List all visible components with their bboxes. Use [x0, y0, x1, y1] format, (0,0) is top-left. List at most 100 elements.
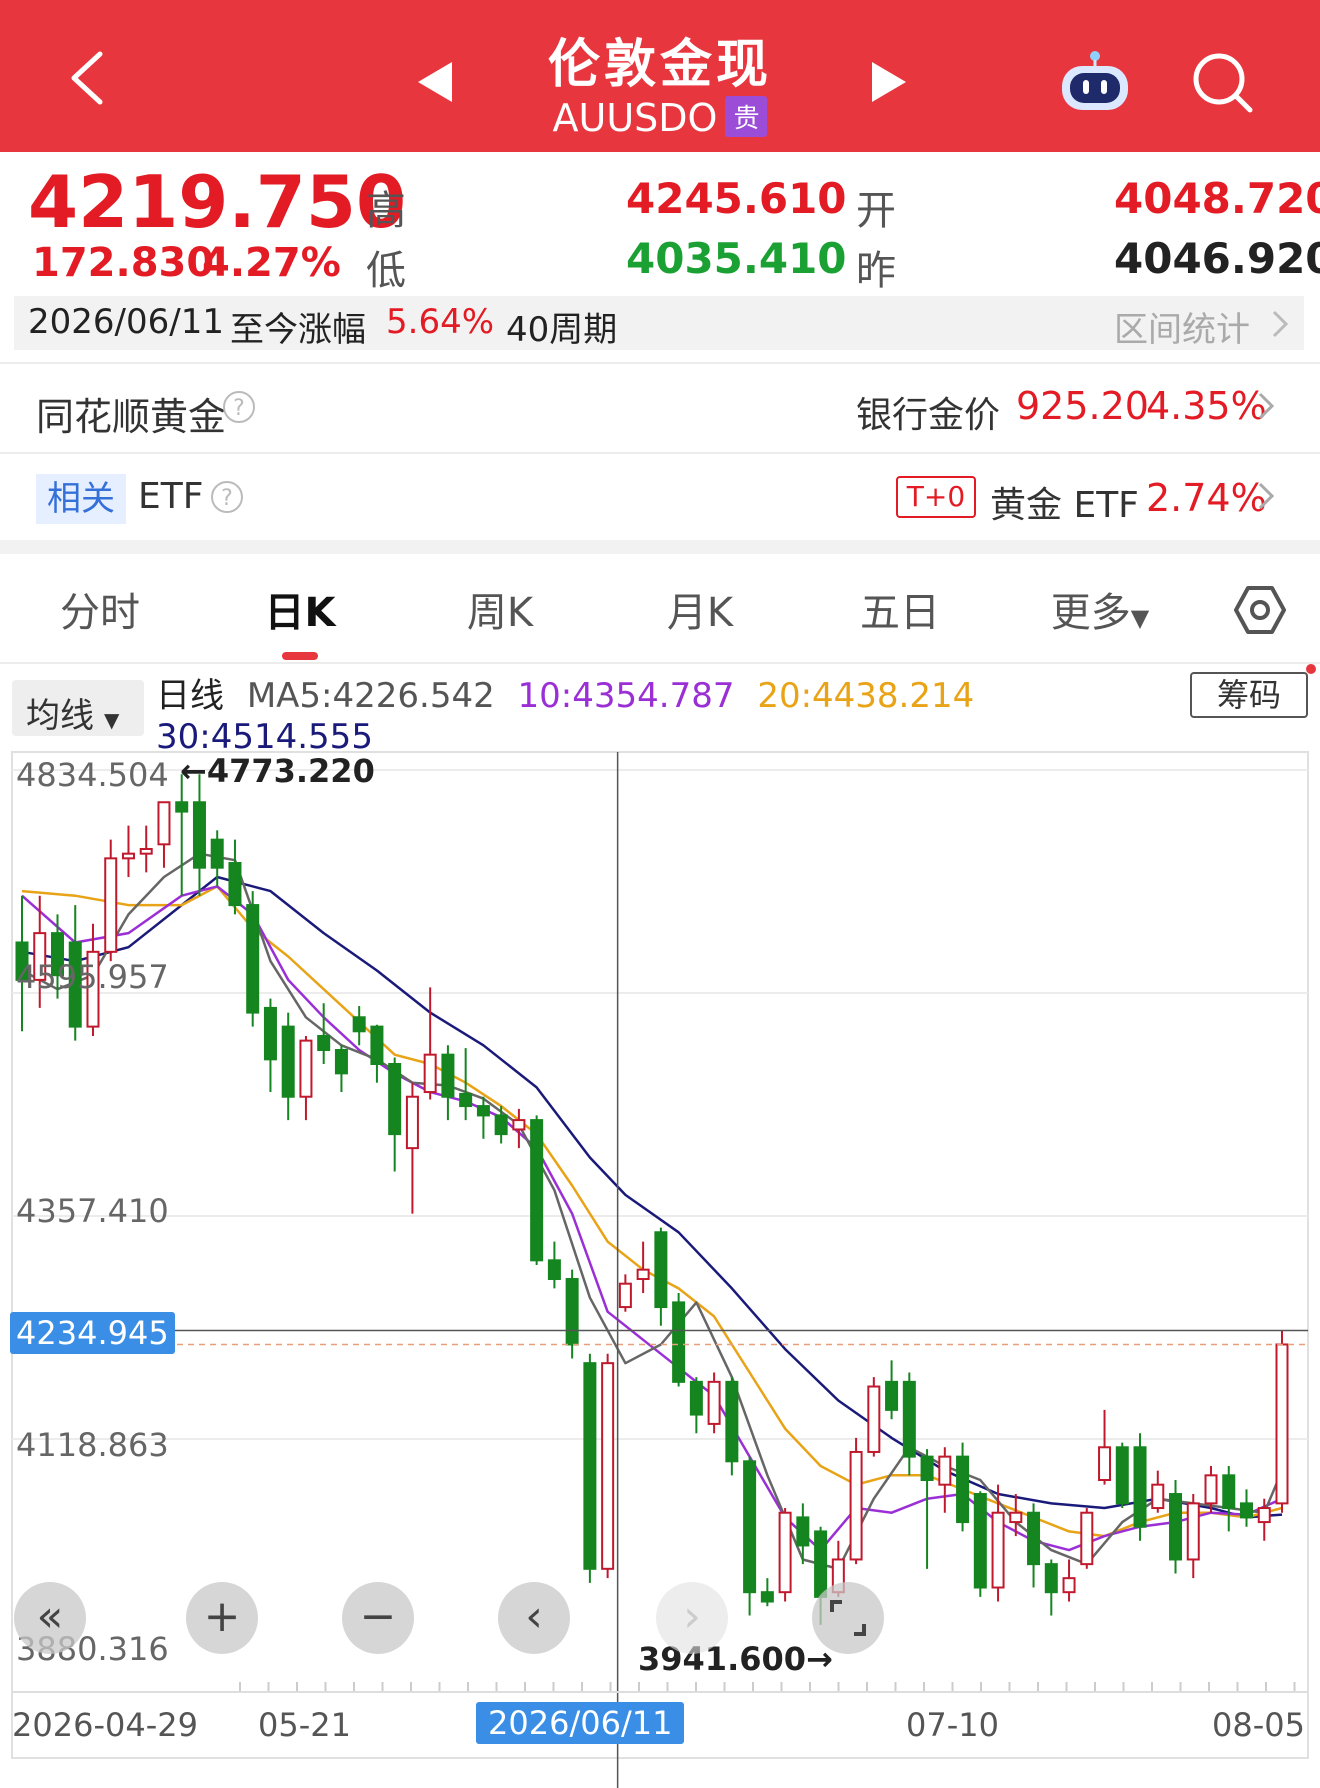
range-pct: 5.64% — [386, 302, 495, 342]
candle-down — [654, 1231, 668, 1309]
candle-down — [476, 1105, 490, 1117]
range-start-date: 2026/06/11 — [28, 302, 224, 342]
rewind-button[interactable]: « — [14, 1582, 86, 1654]
ma20-value: 20:4438.214 — [757, 676, 975, 716]
candle-down — [459, 1092, 473, 1108]
svg-text:?: ? — [221, 486, 233, 511]
scroll-left-button[interactable]: ‹ — [498, 1582, 570, 1654]
zoom-out-button[interactable]: − — [342, 1582, 414, 1654]
candle-up — [139, 847, 153, 855]
candle-down — [1115, 1446, 1129, 1505]
etf-label[interactable]: ETF — [138, 476, 203, 517]
candle-down — [725, 1380, 739, 1463]
gold-etf-name[interactable]: 黄金 ETF — [990, 476, 1139, 528]
robot-assistant-icon[interactable] — [1058, 50, 1132, 114]
candle-up — [1275, 1343, 1289, 1505]
gold-etf-pct: 2.74% — [1146, 476, 1267, 520]
candle-down — [814, 1530, 828, 1598]
tab-monthly-k[interactable]: 月K — [640, 580, 760, 638]
x-tick-label: 08-05 — [1212, 1706, 1305, 1744]
ma10-value: 10:4354.787 — [517, 676, 735, 716]
scroll-right-button[interactable]: › — [656, 1582, 728, 1654]
candle-up — [104, 857, 118, 953]
chevron-right-icon[interactable] — [1256, 482, 1276, 510]
ma-selector[interactable]: 均线 ▼ — [12, 680, 144, 736]
fullscreen-button[interactable] — [812, 1582, 884, 1654]
crosshair-price-label: 4234.945 — [10, 1312, 175, 1354]
candle-up — [867, 1385, 881, 1453]
svg-text:?: ? — [233, 396, 245, 421]
candle-down — [192, 801, 206, 869]
candle-down — [1027, 1511, 1041, 1566]
candle-down — [565, 1278, 579, 1346]
moving-averages — [21, 852, 1284, 1571]
chevron-right-icon[interactable] — [1256, 392, 1276, 420]
candle-down — [1169, 1493, 1183, 1561]
instrument-code-text: AUUSDO — [552, 96, 718, 140]
ths-gold-label[interactable]: 同花顺黄金 — [36, 386, 226, 441]
last-price: 4219.750 — [28, 160, 407, 244]
tab-more[interactable]: 更多▼ — [1040, 580, 1160, 638]
related-tag: 相关 — [36, 474, 126, 524]
candle-down — [1240, 1502, 1254, 1519]
candle-up — [636, 1268, 650, 1281]
range-period: 40周期 — [506, 310, 618, 350]
candle-up — [423, 1053, 437, 1094]
crosshair-date-label: 2026/06/11 — [476, 1702, 685, 1744]
tab-more-label: 更多 — [1050, 590, 1131, 636]
candle-down — [175, 801, 189, 813]
price-change: 172.830 — [32, 240, 215, 286]
interval-stats-bar[interactable]: 2026/06/11 至今涨幅 5.64% 40周期 区间统计 — [14, 296, 1304, 350]
help-icon[interactable]: ? — [222, 390, 256, 424]
price-change-pct: 4.27% — [202, 240, 341, 286]
candle-up — [512, 1119, 526, 1131]
candle-up — [1098, 1446, 1112, 1482]
active-tab-indicator — [282, 652, 318, 660]
zoom-in-button[interactable]: + — [186, 1582, 258, 1654]
section-gap — [0, 540, 1320, 554]
interval-stats-link[interactable]: 区间统计 — [1114, 302, 1250, 351]
tab-intraday[interactable]: 分时 — [40, 580, 160, 638]
candle-down — [920, 1455, 934, 1482]
tab-daily-k[interactable]: 日K — [240, 580, 360, 638]
candle-down — [494, 1114, 508, 1136]
divider — [0, 452, 1320, 454]
candle-down — [902, 1380, 916, 1458]
candle-up — [778, 1511, 792, 1594]
open-label: 开 — [856, 188, 896, 234]
candle-up — [938, 1455, 952, 1486]
settings-icon[interactable] — [1234, 584, 1286, 636]
chart-grid — [12, 769, 1308, 1440]
line-type-label: 日线 — [156, 676, 224, 716]
bank-gold-label[interactable]: 银行金价 — [856, 386, 1000, 438]
ma10-line — [21, 885, 1283, 1552]
chip-distribution-button[interactable]: 筹码 — [1190, 672, 1308, 718]
candle-down — [388, 1063, 402, 1136]
tab-weekly-k[interactable]: 周K — [440, 580, 560, 638]
next-instrument-icon[interactable] — [872, 62, 906, 102]
tab-five-day[interactable]: 五日 — [840, 580, 960, 638]
candle-down — [246, 904, 260, 1014]
search-icon[interactable] — [1190, 50, 1256, 116]
candle-down — [317, 1034, 331, 1051]
min-price-label: 3941.600→ — [638, 1640, 833, 1678]
candle-up — [1151, 1483, 1165, 1510]
candle-down — [547, 1259, 561, 1281]
ma5-value: MA5:4226.542 — [246, 676, 495, 716]
range-desc: 至今涨幅 — [230, 310, 366, 350]
ma-selector-label: 均线 — [26, 696, 94, 736]
help-icon[interactable]: ? — [210, 480, 244, 514]
candle-down — [210, 838, 224, 869]
candle-up — [1257, 1507, 1271, 1524]
candle-down — [441, 1053, 455, 1098]
divider — [0, 362, 1320, 364]
notification-dot — [1306, 664, 1316, 674]
high-value: 4245.610 — [626, 174, 847, 223]
x-tick-label: 05-21 — [258, 1706, 351, 1744]
open-value: 4048.720 — [1114, 174, 1320, 223]
candle-down — [672, 1301, 686, 1383]
y-tick-label: 4357.410 — [16, 1192, 169, 1230]
x-tick-label: 2026-04-29 — [12, 1706, 198, 1744]
prev-close-label: 昨 — [856, 248, 896, 294]
candle-up — [618, 1282, 632, 1309]
